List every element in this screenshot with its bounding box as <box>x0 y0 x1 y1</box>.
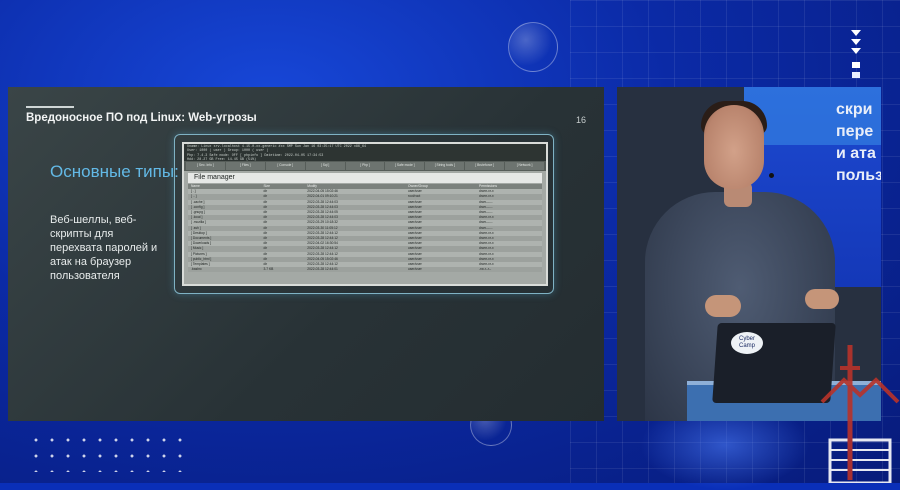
webshell-menu-item: [ Sec. Info ] <box>186 162 225 170</box>
dot-pattern <box>28 432 188 472</box>
speaker-head <box>704 105 764 189</box>
arrow-down-icon <box>851 30 861 78</box>
file-manager-label: File manager <box>188 173 542 183</box>
webshell-menu-item: [ Php ] <box>345 162 385 170</box>
table-cell: 3.7 KB <box>260 267 305 273</box>
table-cell: 2022-03-28 12:44:01 <box>304 267 406 273</box>
speaker-hand-clicker <box>805 289 839 309</box>
webshell-menu-item: [ Sql ] <box>305 162 345 170</box>
webshell-menu-item: [ Network ] <box>505 162 545 170</box>
speaker-hand <box>705 295 741 317</box>
file-table: Name Size Modify Owner/Group Permissions [ .… <box>188 184 542 273</box>
laptop <box>712 323 836 403</box>
sword-emblem-icon <box>820 345 900 483</box>
webshell-screenshot: Uname: Linux srv.localhost 4.15.0-xx-gen… <box>182 142 548 286</box>
table-cell: user/user <box>405 267 477 273</box>
webshell-menu-item: [ Console ] <box>265 162 305 170</box>
headset-mic-icon <box>769 173 774 178</box>
table-row: .bashrc 3.7 KB 2022-03-28 12:44:01 user/use… <box>188 267 542 273</box>
webshell-header: Uname: Linux srv.localhost 4.15.0-xx-gen… <box>184 144 546 161</box>
webshell-menu-item: [ Safe mode ] <box>385 162 425 170</box>
background-screen-text: скри пере и ата польз <box>836 101 881 184</box>
slide-body-text: Веб-шеллы, веб-скрипты для перехвата пар… <box>50 214 158 282</box>
slide-heading: Основные типы: <box>50 162 179 181</box>
table-cell: .bashrc <box>188 267 261 273</box>
table-cell: -rw-r--r-- <box>476 267 542 273</box>
slide-page-number: 16 <box>575 115 586 125</box>
webshell-menu: [ Sec. Info ][ Files ][ Console ][ Sql ]… <box>184 161 546 171</box>
laptop-sticker: Cyber Camp <box>731 332 763 354</box>
webshell-menu-item: [ String tools ] <box>425 162 465 170</box>
webshell-menu-item: [ Files ] <box>225 162 265 170</box>
decor-orb <box>508 22 558 72</box>
title-rule <box>26 106 74 108</box>
webshell-menu-item: [ Bruteforce ] <box>465 162 505 170</box>
slide-title: Вредоносное ПО под Linux: Web-угрозы <box>26 112 257 124</box>
